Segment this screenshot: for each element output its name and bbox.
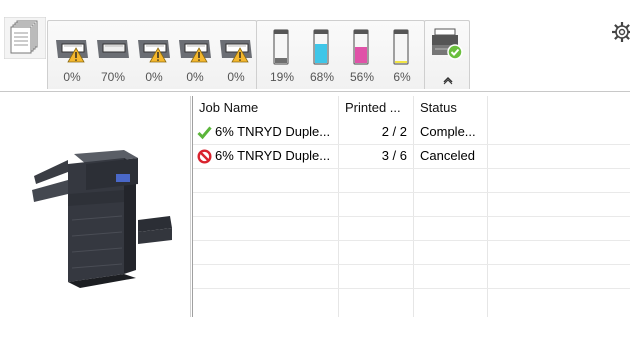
toner-cartridge-icon bbox=[393, 29, 409, 65]
paper-tray-2[interactable]: 70% bbox=[93, 20, 133, 88]
job-list: Job Name Printed ... Status 6% TNRYD Dup… bbox=[186, 92, 630, 317]
toner-black[interactable]: 19% bbox=[262, 20, 302, 88]
table-row[interactable]: 6% TNRYD Duple... 3 / 6 Canceled bbox=[193, 144, 630, 168]
row-gridline bbox=[193, 240, 630, 241]
paper-tray-5[interactable]: 0% bbox=[216, 20, 256, 88]
toner-level: 6% bbox=[393, 70, 411, 84]
tray-level: 0% bbox=[63, 70, 81, 84]
row-gridline bbox=[193, 168, 630, 169]
toner-cartridge-icon bbox=[273, 29, 289, 65]
column-header-job-name[interactable]: Job Name bbox=[193, 96, 338, 120]
tray-level: 0% bbox=[227, 70, 245, 84]
tray-level: 70% bbox=[100, 70, 126, 84]
row-gridline bbox=[193, 288, 630, 289]
gear-icon[interactable] bbox=[611, 21, 630, 43]
toner-yellow[interactable]: 6% bbox=[382, 20, 422, 88]
paper-tray-4[interactable]: 0% bbox=[175, 20, 215, 88]
job-status: Comple... bbox=[420, 124, 476, 139]
tray-icon bbox=[220, 40, 252, 63]
chevron-up-icon[interactable] bbox=[442, 73, 454, 85]
device-status-icon[interactable] bbox=[429, 25, 465, 63]
tray-icon bbox=[138, 40, 170, 63]
tray-level: 0% bbox=[186, 70, 204, 84]
job-name: 6% TNRYD Duple... bbox=[215, 124, 331, 139]
tray-icon bbox=[56, 40, 88, 63]
printer-image bbox=[24, 150, 174, 290]
tray-level: 0% bbox=[145, 70, 163, 84]
toner-level: 56% bbox=[349, 70, 375, 84]
job-name: 6% TNRYD Duple... bbox=[215, 148, 331, 163]
job-printed: 2 / 2 bbox=[381, 124, 407, 139]
paper-tray-1[interactable]: 0% bbox=[52, 20, 92, 88]
toner-cyan[interactable]: 68% bbox=[302, 20, 342, 88]
toner-cartridge-icon bbox=[353, 29, 369, 65]
printer-panel bbox=[0, 92, 186, 347]
toner-magenta[interactable]: 56% bbox=[342, 20, 382, 88]
document-stack-icon[interactable] bbox=[3, 16, 47, 60]
tray-icon bbox=[179, 40, 211, 63]
column-header-printed[interactable]: Printed ... bbox=[339, 96, 413, 120]
column-header-status[interactable]: Status bbox=[414, 96, 486, 120]
job-printed: 3 / 6 bbox=[381, 148, 407, 163]
row-gridline bbox=[193, 264, 630, 265]
paper-tray-3[interactable]: 0% bbox=[134, 20, 174, 88]
list-border-outer bbox=[190, 96, 191, 317]
status-toolbar: 0% 70% 0% 0% 0% 19% 68% 56% 6% bbox=[0, 0, 630, 92]
tray-icon bbox=[97, 40, 129, 58]
cancel-icon bbox=[197, 149, 212, 164]
row-gridline bbox=[193, 216, 630, 217]
toner-level: 19% bbox=[269, 70, 295, 84]
row-gridline bbox=[193, 192, 630, 193]
toner-cartridge-icon bbox=[313, 29, 329, 65]
job-status: Canceled bbox=[420, 148, 475, 163]
check-icon bbox=[197, 126, 212, 140]
toner-level: 68% bbox=[309, 70, 335, 84]
table-row[interactable]: 6% TNRYD Duple... 2 / 2 Comple... bbox=[193, 120, 630, 144]
